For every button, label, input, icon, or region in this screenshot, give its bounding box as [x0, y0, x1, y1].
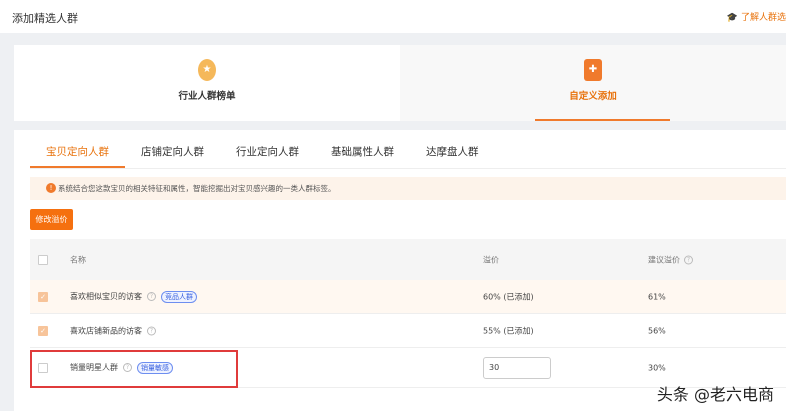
- help-icon[interactable]: ?: [147, 326, 156, 335]
- divider: [30, 168, 786, 169]
- table-row: ✓ 喜欢店铺新品的访客? 55% (已添加) 56%: [30, 314, 786, 348]
- row-name-text: 喜欢相似宝贝的访客: [70, 292, 142, 301]
- active-indicator: [535, 119, 670, 121]
- select-all-checkbox[interactable]: [38, 254, 48, 265]
- tab-industry-audience[interactable]: 行业定向人群: [220, 140, 315, 168]
- header: 添加精选人群 🎓 了解人群选: [0, 0, 786, 33]
- graduation-cap-icon: 🎓: [726, 13, 739, 23]
- row-tag: 竞品人群: [161, 290, 197, 303]
- medal-icon: ★: [198, 59, 216, 81]
- row-name: 销量明星人群? 销量敏感: [70, 361, 173, 374]
- row-suggested: 30%: [648, 363, 666, 372]
- watermark: 头条 @老六电商: [656, 385, 774, 404]
- row-checkbox[interactable]: ✓: [38, 291, 48, 302]
- row-checkbox[interactable]: ✓: [38, 325, 48, 336]
- header-name: 名称: [70, 255, 86, 264]
- info-text: 系统结合您这款宝贝的相关特征和属性，智能挖掘出对宝贝感兴趣的一类人群标签。: [58, 184, 336, 193]
- help-icon[interactable]: ?: [123, 363, 132, 372]
- row-suggested: 61%: [648, 292, 666, 301]
- row-name-text: 销量明星人群: [70, 363, 118, 372]
- modify-premium-button[interactable]: 修改溢价: [30, 209, 73, 230]
- row-checkbox[interactable]: [38, 362, 48, 373]
- row-tag: 销量敏感: [137, 361, 173, 374]
- tab-shop-audience[interactable]: 店铺定向人群: [125, 140, 220, 168]
- header-suggested-label: 建议溢价: [648, 255, 680, 264]
- header-suggested: 建议溢价?: [648, 254, 693, 265]
- row-name: 喜欢店铺新品的访客?: [70, 325, 156, 336]
- table-row: ✓ 喜欢相似宝贝的访客? 竞品人群 60% (已添加) 61%: [30, 280, 786, 314]
- row-premium: 60% (已添加): [483, 292, 534, 301]
- info-banner: ! 系统结合您这款宝贝的相关特征和属性，智能挖掘出对宝贝感兴趣的一类人群标签。: [30, 177, 786, 200]
- table-header: 名称 溢价 建议溢价?: [30, 239, 786, 280]
- row-suggested: 56%: [648, 326, 666, 335]
- help-icon[interactable]: ?: [147, 292, 156, 301]
- puzzle-icon: ✚: [584, 59, 602, 81]
- mode-tab-custom-add[interactable]: ✚ 自定义添加: [400, 45, 786, 121]
- tab-item-audience[interactable]: 宝贝定向人群: [30, 140, 125, 168]
- help-link[interactable]: 🎓 了解人群选: [727, 10, 786, 23]
- mode-tab-label: 行业人群榜单: [178, 91, 236, 102]
- mode-tab-industry-ranking[interactable]: ★ 行业人群榜单: [14, 45, 400, 121]
- row-name-text: 喜欢店铺新品的访客: [70, 326, 142, 335]
- help-icon[interactable]: ?: [684, 255, 693, 264]
- premium-input[interactable]: [483, 356, 551, 379]
- info-icon: !: [46, 183, 56, 193]
- page-title: 添加精选人群: [12, 12, 78, 25]
- content-panel: 宝贝定向人群 店铺定向人群 行业定向人群 基础属性人群 达摩盘人群 ! 系统结合…: [14, 130, 786, 411]
- header-premium: 溢价: [483, 255, 499, 264]
- row-name: 喜欢相似宝贝的访客? 竞品人群: [70, 290, 197, 303]
- mode-selector: ★ 行业人群榜单 ✚ 自定义添加: [14, 45, 786, 121]
- sub-tabs: 宝贝定向人群 店铺定向人群 行业定向人群 基础属性人群 达摩盘人群: [30, 140, 495, 168]
- tab-basic-attributes[interactable]: 基础属性人群: [315, 140, 410, 168]
- audience-table: 名称 溢价 建议溢价? ✓ 喜欢相似宝贝的访客? 竞品人群 60% (已添加) 6…: [30, 239, 786, 388]
- mode-tab-label: 自定义添加: [569, 91, 617, 102]
- tab-dmp-audience[interactable]: 达摩盘人群: [410, 140, 495, 168]
- row-premium: 55% (已添加): [483, 326, 534, 335]
